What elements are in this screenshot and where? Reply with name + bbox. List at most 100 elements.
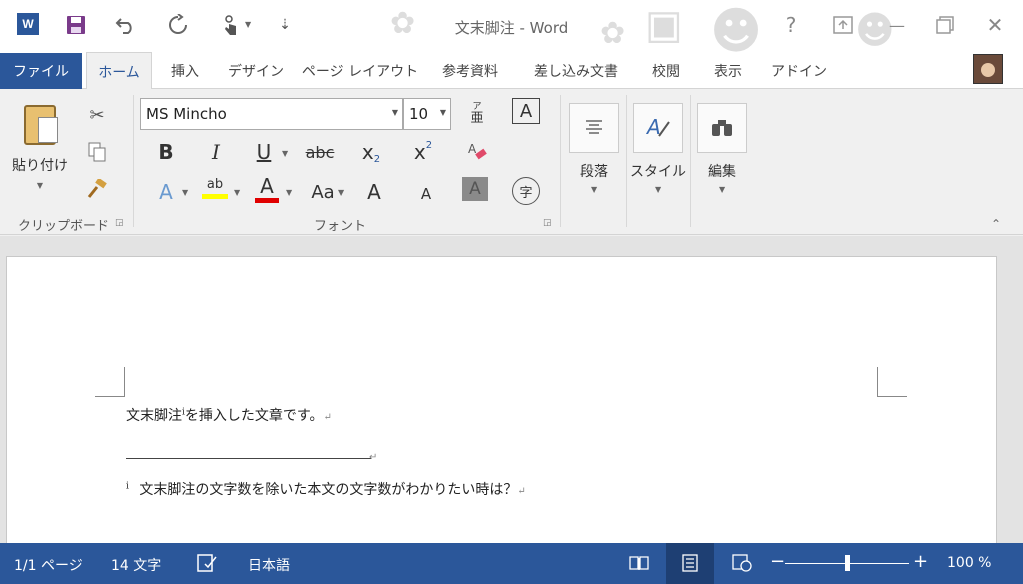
font-name-value: MS Mincho (146, 105, 227, 123)
font-color-dropdown-icon[interactable]: ▼ (286, 188, 292, 197)
tab-view[interactable]: 表示 (702, 52, 754, 89)
collapse-ribbon-icon[interactable]: ⌃ (991, 217, 1001, 231)
subscript-label: x (361, 140, 374, 164)
paste-icon (24, 105, 58, 145)
text-effects-button[interactable]: A (152, 177, 180, 207)
tab-file[interactable]: ファイル (0, 53, 82, 89)
tab-review[interactable]: 校閲 (640, 52, 692, 89)
font-group-label: フォント (314, 219, 367, 234)
endnote-number: i (126, 481, 129, 492)
zoom-in-button[interactable]: + (913, 551, 928, 572)
print-layout-icon[interactable] (678, 552, 702, 574)
group-divider (626, 95, 627, 227)
tab-mailings[interactable]: 差し込み文書 (522, 52, 630, 89)
paste-dropdown-icon: ▼ (36, 181, 44, 190)
zoom-level[interactable]: 100 % (947, 555, 991, 571)
ribbon-display-options-icon[interactable] (828, 10, 858, 40)
zoom-slider-thumb[interactable] (845, 555, 850, 571)
subscript-button[interactable]: x2 (356, 137, 386, 167)
font-name-select[interactable]: MS Mincho ▼ (140, 98, 403, 130)
enclose-characters-button[interactable]: 字 (512, 177, 540, 205)
clear-formatting-icon[interactable]: A (462, 137, 492, 167)
editing-dropdown-icon[interactable]: ▼ (719, 185, 725, 194)
clipboard-dialog-launcher-icon[interactable]: ◲ (115, 218, 125, 228)
underline-button[interactable]: U (250, 137, 278, 167)
font-dialog-launcher-icon[interactable]: ◲ (543, 218, 553, 228)
highlight-dropdown-icon[interactable]: ▼ (234, 188, 240, 197)
font-color-button[interactable]: A (253, 173, 281, 203)
font-size-select[interactable]: 10 ▼ (403, 98, 451, 130)
restore-icon[interactable] (930, 10, 960, 40)
grow-font-button[interactable]: A (360, 177, 388, 207)
character-border-icon[interactable]: A (512, 98, 540, 124)
paragraph-dropdown-icon[interactable]: ▼ (591, 185, 597, 194)
superscript-button[interactable]: x2 (408, 137, 438, 167)
shrink-font-button[interactable]: A (412, 179, 440, 209)
chevron-down-icon: ▼ (391, 108, 398, 117)
cut-icon[interactable]: ✂ (83, 101, 111, 129)
font-size-value: 10 (409, 105, 429, 123)
styles-button[interactable]: A (633, 103, 683, 153)
endnote-text: 文末脚注の文字数を除いた本文の文字数がわかりたい時は？ (139, 482, 518, 498)
help-icon[interactable]: ? (776, 10, 806, 40)
body-text: 文末脚注 (126, 408, 182, 424)
styles-dropdown-icon[interactable]: ▼ (655, 185, 661, 194)
superscript-mark: 2 (425, 139, 433, 151)
copy-icon[interactable] (83, 138, 111, 166)
paragraph-label: 段落 (580, 164, 608, 180)
language[interactable]: 日本語 (248, 555, 290, 575)
tab-home[interactable]: ホーム (86, 52, 152, 90)
svg-text:A: A (468, 142, 477, 156)
margin-corner-mark (877, 367, 907, 397)
editing-label: 編集 (708, 164, 736, 180)
change-case-dropdown-icon[interactable]: ▼ (338, 188, 344, 197)
format-painter-icon[interactable] (83, 175, 111, 203)
endnote-separator (126, 458, 371, 459)
ribbon: 貼り付け ▼ ✂ クリップボード ◲ MS Mincho ▼ 10 ▼ ア亜 A… (0, 89, 1023, 235)
bold-button[interactable]: B (152, 137, 180, 167)
paste-label: 貼り付け (12, 158, 68, 174)
tab-insert[interactable]: 挿入 (160, 52, 210, 89)
italic-button[interactable]: I (202, 137, 230, 167)
font-color-swatch (255, 197, 279, 203)
paragraph-mark: ↵ (323, 412, 332, 423)
subscript-mark: 2 (373, 153, 381, 165)
word-count[interactable]: 14 文字 (111, 555, 161, 575)
font-color-label: A (260, 173, 274, 198)
change-case-button[interactable]: Aa (308, 177, 338, 207)
read-mode-icon[interactable] (627, 552, 651, 574)
endnote-paragraph[interactable]: i 文末脚注の文字数を除いた本文の文字数がわかりたい時は？↵ (126, 479, 526, 499)
web-layout-icon[interactable] (730, 552, 754, 574)
phonetic-guide-icon[interactable]: ア亜 (462, 98, 492, 128)
avatar[interactable] (973, 54, 1003, 84)
tab-page-layout[interactable]: ページ レイアウト (300, 52, 420, 89)
ribbon-tabs: ファイル ホーム 挿入 デザイン ページ レイアウト 参考資料 差し込み文書 校… (0, 52, 1023, 90)
text-effects-dropdown-icon[interactable]: ▼ (182, 188, 188, 197)
tab-addins[interactable]: アドイン (766, 52, 832, 89)
window-title: 文末脚注 - Word (454, 19, 569, 37)
chevron-down-icon: ▼ (439, 108, 446, 117)
page-count[interactable]: 1/1 ページ (14, 555, 83, 575)
highlight-label: ab (206, 177, 224, 192)
paragraph-button[interactable] (569, 103, 619, 153)
tab-design[interactable]: デザイン (222, 52, 290, 89)
zoom-out-button[interactable]: − (770, 551, 785, 572)
minimize-icon[interactable]: — (882, 10, 912, 40)
editing-button[interactable] (697, 103, 747, 153)
styles-icon: A (645, 116, 670, 139)
character-shading-button[interactable]: A (462, 177, 488, 201)
paste-button[interactable]: 貼り付け ▼ (10, 103, 70, 201)
binoculars-icon (712, 120, 732, 136)
tab-references[interactable]: 参考資料 (430, 52, 510, 89)
document-area: 文末脚注iを挿入した文章です。↵ ↵ i 文末脚注の文字数を除いた本文の文字数が… (0, 236, 1023, 546)
strikethrough-button[interactable]: abc (302, 137, 338, 167)
highlight-button[interactable]: ab (200, 173, 230, 203)
paragraph-mark: ↵ (369, 452, 378, 463)
close-icon[interactable]: ✕ (980, 10, 1010, 40)
proofing-icon[interactable] (195, 552, 219, 574)
body-paragraph[interactable]: 文末脚注iを挿入した文章です。↵ (126, 405, 332, 425)
group-divider (560, 95, 561, 227)
document-page[interactable]: 文末脚注iを挿入した文章です。↵ ↵ i 文末脚注の文字数を除いた本文の文字数が… (6, 256, 997, 546)
paragraph-mark: ↵ (517, 486, 526, 497)
underline-dropdown-icon[interactable]: ▼ (282, 149, 288, 158)
